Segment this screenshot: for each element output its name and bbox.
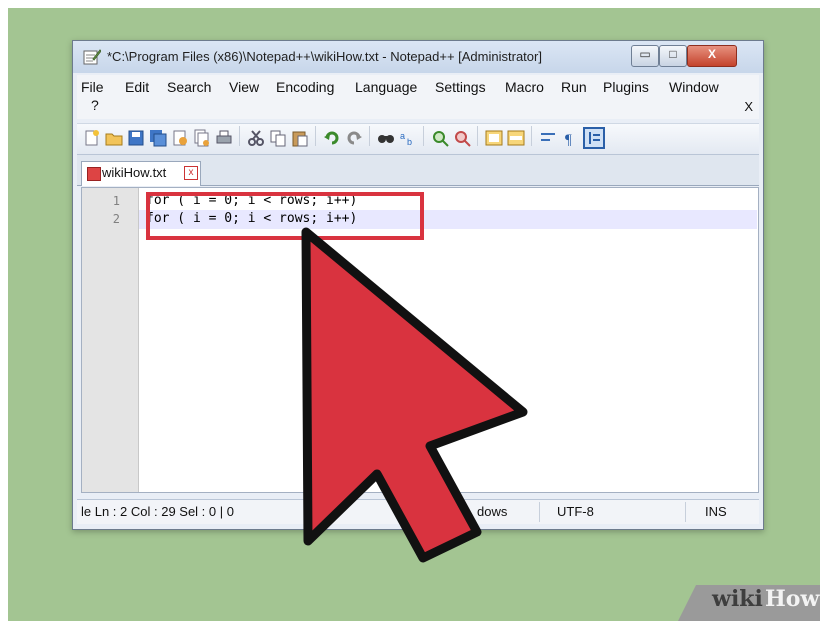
svg-text:b: b — [407, 137, 412, 147]
replace-icon[interactable]: ab — [399, 129, 417, 147]
menu-language[interactable]: Language — [355, 79, 417, 95]
tab-wikihow[interactable]: wikiHow.txt x — [81, 161, 201, 186]
menu-view[interactable]: View — [229, 79, 259, 95]
notepad-app-icon — [83, 49, 101, 65]
toolbar-separator — [239, 126, 240, 146]
tab-label: wikiHow.txt — [102, 165, 167, 180]
menu-plugins[interactable]: Plugins — [603, 79, 649, 95]
menu-file[interactable]: File — [81, 79, 104, 95]
line-number-gutter: 1 2 — [82, 188, 139, 492]
menu-edit[interactable]: Edit — [125, 79, 149, 95]
close-document-button[interactable]: X — [744, 99, 753, 114]
close-all-icon[interactable] — [193, 129, 211, 147]
cut-icon[interactable] — [247, 129, 265, 147]
toolbar-separator — [423, 126, 424, 146]
svg-text:¶: ¶ — [565, 132, 572, 147]
word-wrap-icon[interactable] — [539, 129, 557, 147]
menu-encoding[interactable]: Encoding — [276, 79, 334, 95]
undo-icon[interactable] — [323, 129, 341, 147]
sync-horizontal-icon[interactable] — [507, 129, 525, 147]
toolbar-separator — [477, 126, 478, 146]
redo-icon[interactable] — [345, 129, 363, 147]
close-icon: X — [707, 47, 716, 61]
save-icon[interactable] — [127, 129, 145, 147]
menu-window[interactable]: Window — [669, 79, 719, 95]
sync-vertical-icon[interactable] — [485, 129, 503, 147]
menu-help[interactable]: ? — [91, 97, 99, 113]
tab-bar: wikiHow.txt x — [77, 155, 759, 186]
status-separator — [685, 502, 686, 522]
find-icon[interactable] — [377, 129, 395, 147]
paste-icon[interactable] — [291, 129, 309, 147]
toolbar: ab ¶ — [77, 123, 759, 155]
text-editor[interactable]: 1 2 for ( i = 0; i < rows; i++) for ( i … — [81, 187, 759, 493]
zoom-in-icon[interactable] — [431, 129, 449, 147]
insert-mode-status: INS — [705, 504, 727, 519]
copy-icon[interactable] — [269, 129, 287, 147]
menu-bar: File Edit Search View Encoding Language … — [77, 75, 759, 119]
print-icon[interactable] — [215, 129, 233, 147]
show-all-characters-icon[interactable]: ¶ — [561, 129, 579, 147]
window-title: *C:\Program Files (x86)\Notepad++\wikiHo… — [107, 49, 542, 64]
open-file-icon[interactable] — [105, 129, 123, 147]
title-bar[interactable]: *C:\Program Files (x86)\Notepad++\wikiHo… — [73, 41, 763, 73]
toolbar-separator — [531, 126, 532, 146]
line-number: 1 — [112, 194, 120, 208]
status-separator — [539, 502, 540, 522]
line-number: 2 — [112, 212, 120, 226]
svg-text:a: a — [400, 131, 405, 141]
logo-how-text: How — [765, 586, 820, 612]
highlight-box — [146, 192, 424, 240]
encoding-status: UTF-8 — [557, 504, 594, 519]
minimize-icon: ▭ — [639, 47, 651, 61]
menu-macro[interactable]: Macro — [505, 79, 544, 95]
toolbar-separator — [315, 126, 316, 146]
zoom-out-icon[interactable] — [453, 129, 471, 147]
menu-run[interactable]: Run — [561, 79, 587, 95]
status-separator — [409, 502, 410, 522]
unsaved-file-icon — [87, 167, 101, 181]
maximize-icon: □ — [669, 47, 677, 61]
status-bar: le Ln : 2 Col : 29 Sel : 0 | 0 dows UTF-… — [77, 499, 759, 524]
indent-guide-icon[interactable] — [583, 127, 605, 149]
menu-search[interactable]: Search — [167, 79, 211, 95]
wikihow-logo: wiki How — [678, 581, 820, 621]
notepad-window: *C:\Program Files (x86)\Notepad++\wikiHo… — [72, 40, 764, 530]
toolbar-separator — [369, 126, 370, 146]
eol-format: dows — [477, 504, 508, 519]
tab-close-icon[interactable]: x — [184, 166, 198, 180]
minimize-button[interactable]: ▭ — [631, 45, 659, 67]
close-file-icon[interactable] — [171, 129, 189, 147]
save-all-icon[interactable] — [149, 129, 167, 147]
logo-wiki-text: wiki — [712, 586, 763, 612]
menu-settings[interactable]: Settings — [435, 79, 486, 95]
new-file-icon[interactable] — [83, 129, 101, 147]
maximize-button[interactable]: □ — [659, 45, 687, 67]
cursor-position: le Ln : 2 Col : 29 Sel : 0 | 0 — [81, 504, 234, 519]
close-window-button[interactable]: X — [687, 45, 737, 67]
